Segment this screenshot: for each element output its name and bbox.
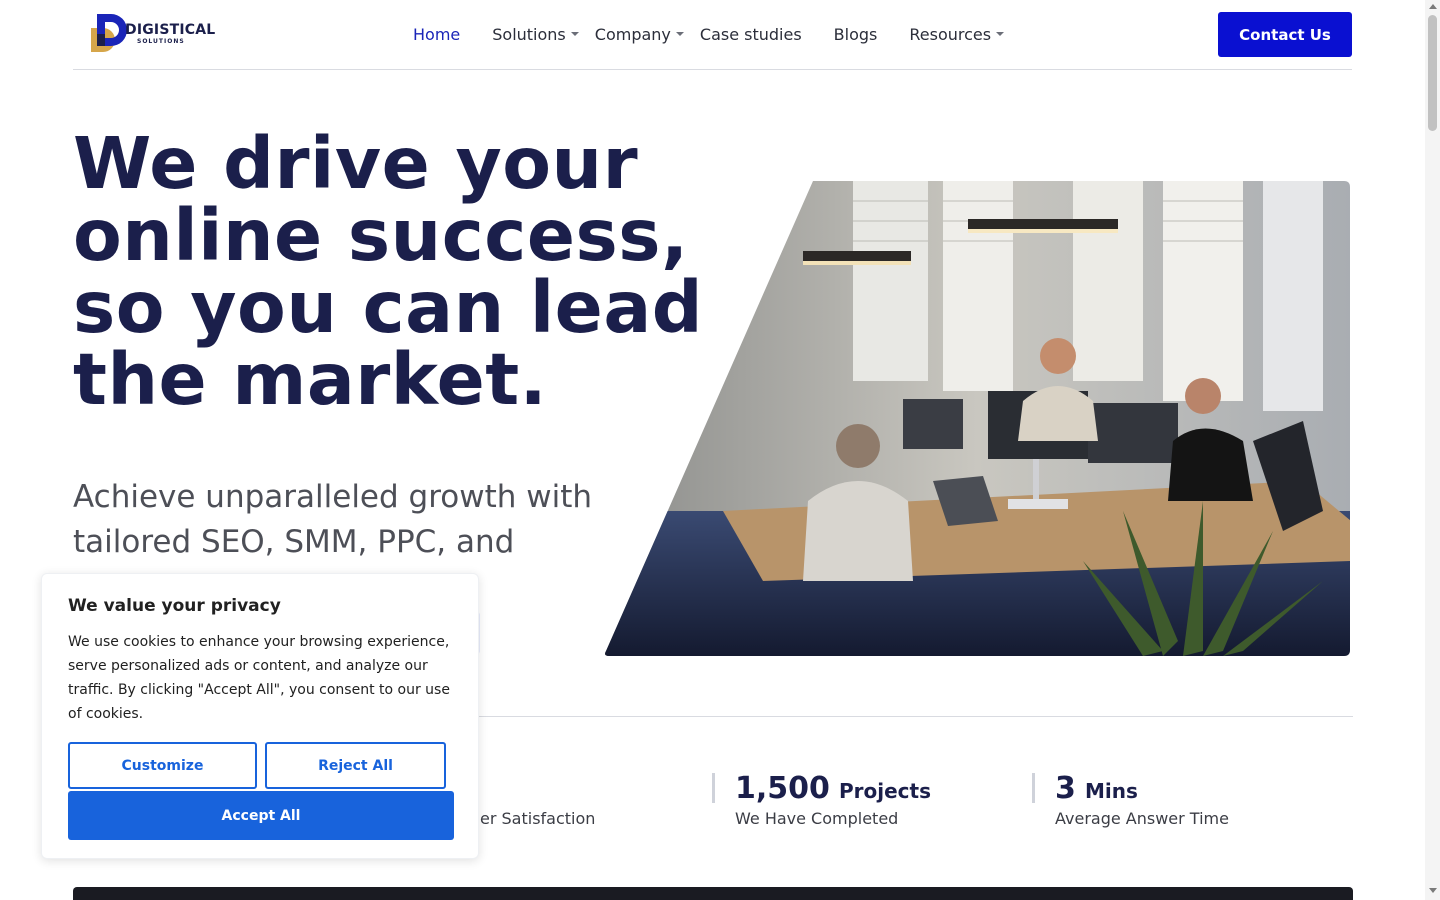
- accept-all-button[interactable]: Accept All: [68, 791, 454, 840]
- main-nav: Home Solutions Company Case studies Blog…: [413, 22, 1036, 46]
- nav-case-studies-label: Case studies: [699, 24, 802, 44]
- scrollbar-thumb[interactable]: [1428, 15, 1437, 131]
- scroll-down-icon[interactable]: [1429, 888, 1437, 893]
- nav-blogs-label: Blogs: [833, 24, 878, 44]
- page-scrollbar[interactable]: [1425, 0, 1440, 900]
- reject-all-button[interactable]: Reject All: [265, 742, 446, 789]
- stat-projects-number: 1,500: [735, 771, 830, 806]
- nav-home-label: Home: [413, 24, 461, 44]
- nav-solutions-label: Solutions: [492, 24, 566, 44]
- chevron-down-icon: [675, 32, 684, 36]
- nav-resources[interactable]: Resources: [909, 24, 1005, 44]
- stat-answer-time-number: 3: [1055, 771, 1076, 806]
- contact-us-button[interactable]: Contact Us: [1218, 12, 1352, 57]
- logo-wordmark: DIGISTICAL: [125, 22, 216, 38]
- dark-section-top: [73, 887, 1353, 900]
- hero-office-image: [605, 181, 1350, 656]
- hero-subtitle: Achieve unparalleled growth with tailore…: [73, 479, 593, 560]
- brand-logo[interactable]: DIGISTICAL SOLUTIONS: [81, 10, 231, 58]
- nav-company-label: Company: [594, 24, 671, 44]
- stat-answer-time-unit: Mins: [1084, 779, 1138, 803]
- digistical-logo-icon: [91, 14, 127, 52]
- stat-projects-unit: Projects: [839, 779, 932, 803]
- nav-home[interactable]: Home: [413, 25, 460, 44]
- nav-case-studies[interactable]: Case studies: [700, 25, 802, 44]
- chevron-down-icon: [570, 32, 579, 36]
- nav-solutions[interactable]: Solutions: [492, 25, 579, 44]
- cookie-title: We value your privacy: [68, 596, 281, 616]
- cookie-consent-banner: We value your privacy We use cookies to …: [41, 573, 479, 859]
- customize-button[interactable]: Customize: [68, 742, 257, 789]
- nav-resources-label: Resources: [909, 24, 992, 44]
- cookie-description: We use cookies to enhance your browsing …: [68, 634, 450, 722]
- logo-subtext: SOLUTIONS: [137, 38, 185, 45]
- nav-company[interactable]: Company: [595, 25, 684, 44]
- stat-answer-time: 3 Mins Average Answer Time: [1032, 771, 1229, 828]
- stat-satisfaction-label: er Satisfaction: [480, 809, 596, 828]
- stat-projects: 1,500 Projects We Have Completed: [712, 771, 932, 828]
- scroll-up-icon[interactable]: [1429, 4, 1437, 9]
- stat-projects-label: We Have Completed: [735, 809, 899, 828]
- site-header: DIGISTICAL SOLUTIONS Home Solutions Comp…: [73, 0, 1352, 70]
- stat-answer-time-label: Average Answer Time: [1055, 809, 1229, 828]
- chevron-down-icon: [996, 32, 1005, 36]
- nav-blogs[interactable]: Blogs: [834, 25, 878, 44]
